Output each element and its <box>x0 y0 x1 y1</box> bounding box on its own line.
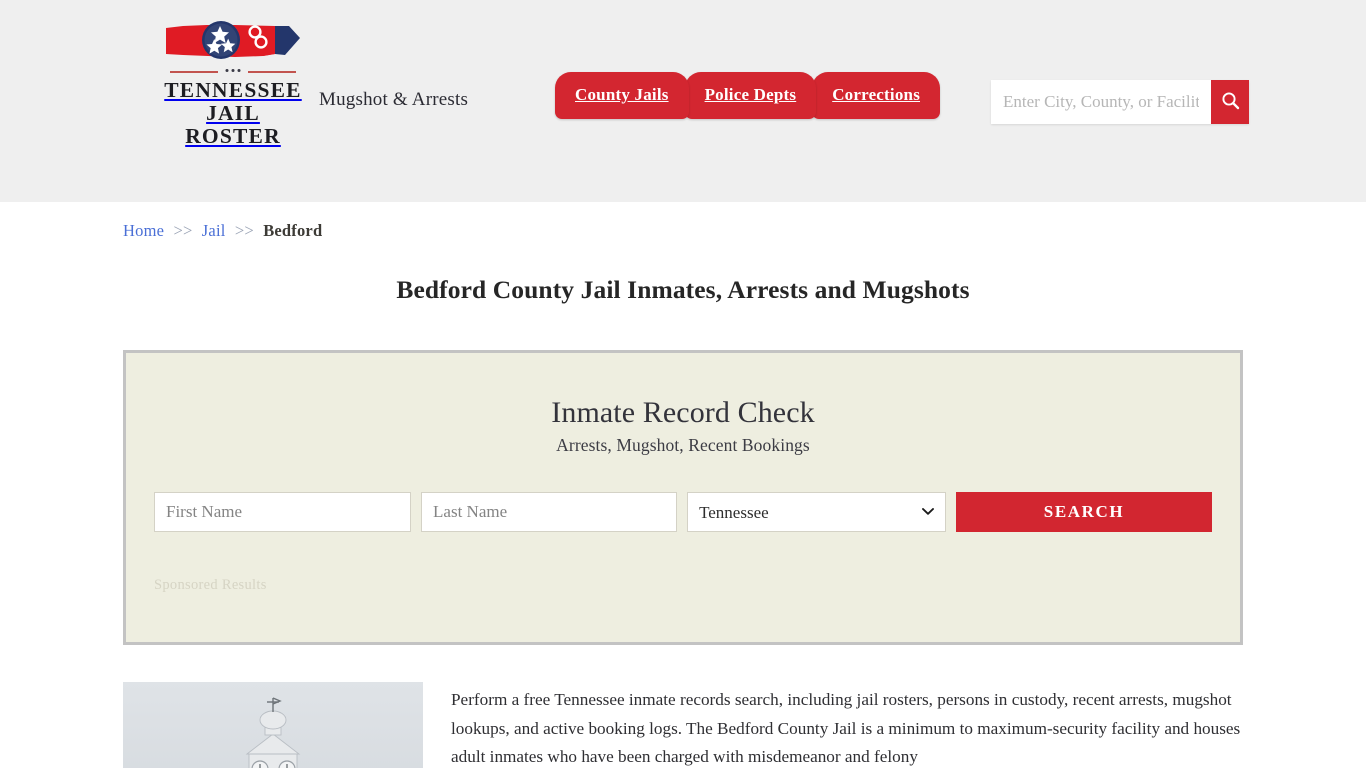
search-input[interactable] <box>991 80 1211 124</box>
state-select[interactable]: Tennessee <box>687 492 947 532</box>
nav-item-county-jails[interactable]: County Jails <box>555 72 689 119</box>
breadcrumb-item-jail[interactable]: Jail <box>202 221 226 240</box>
record-check-search-button[interactable]: SEARCH <box>956 492 1212 532</box>
breadcrumb-separator: >> <box>173 221 193 240</box>
courthouse-image <box>123 682 423 768</box>
breadcrumb: Home >> Jail >> Bedford <box>123 202 1243 241</box>
panel-title: Inmate Record Check <box>551 396 815 429</box>
last-name-input[interactable] <box>421 492 678 532</box>
nav-item-corrections[interactable]: Corrections <box>812 72 941 119</box>
logo-divider <box>170 68 296 76</box>
panel-subtitle: Arrests, Mugshot, Recent Bookings <box>556 435 810 455</box>
header-search <box>991 80 1249 124</box>
main-navigation: County Jails Police Depts Corrections <box>555 72 941 119</box>
article-paragraph: Perform a free Tennessee inmate records … <box>451 690 1241 767</box>
state-select-wrapper: Tennessee <box>687 492 947 532</box>
tennessee-state-outline-icon <box>163 14 303 66</box>
first-name-input[interactable] <box>154 492 412 532</box>
search-icon <box>1221 91 1240 113</box>
sponsored-results-label: Sponsored Results <box>154 577 267 593</box>
article-section: Perform a free Tennessee inmate records … <box>123 682 1243 768</box>
page-title: Bedford County Jail Inmates, Arrests and… <box>396 275 970 304</box>
main-content: Home >> Jail >> Bedford Bedford County J… <box>123 202 1243 768</box>
logo-line-1: TENNESSEE <box>164 78 302 102</box>
breadcrumb-item-current: Bedford <box>263 221 323 240</box>
site-tagline: Mugshot & Arrests <box>319 89 469 110</box>
inmate-record-check-panel: Inmate Record Check Arrests, Mugshot, Re… <box>123 350 1243 645</box>
site-header: TENNESSEE JAIL ROSTER Mugshot & Arrests … <box>0 0 1366 202</box>
breadcrumb-separator: >> <box>234 221 254 240</box>
site-logo[interactable]: TENNESSEE JAIL ROSTER <box>158 14 308 149</box>
nav-item-police-depts[interactable]: Police Depts <box>684 72 817 119</box>
record-check-form: Tennessee SEARCH <box>154 492 1212 532</box>
breadcrumb-item-home[interactable]: Home <box>123 221 164 240</box>
header-inner: TENNESSEE JAIL ROSTER Mugshot & Arrests … <box>123 0 1249 202</box>
search-submit-button[interactable] <box>1211 80 1249 124</box>
logo-line-2: JAIL ROSTER <box>185 101 281 149</box>
